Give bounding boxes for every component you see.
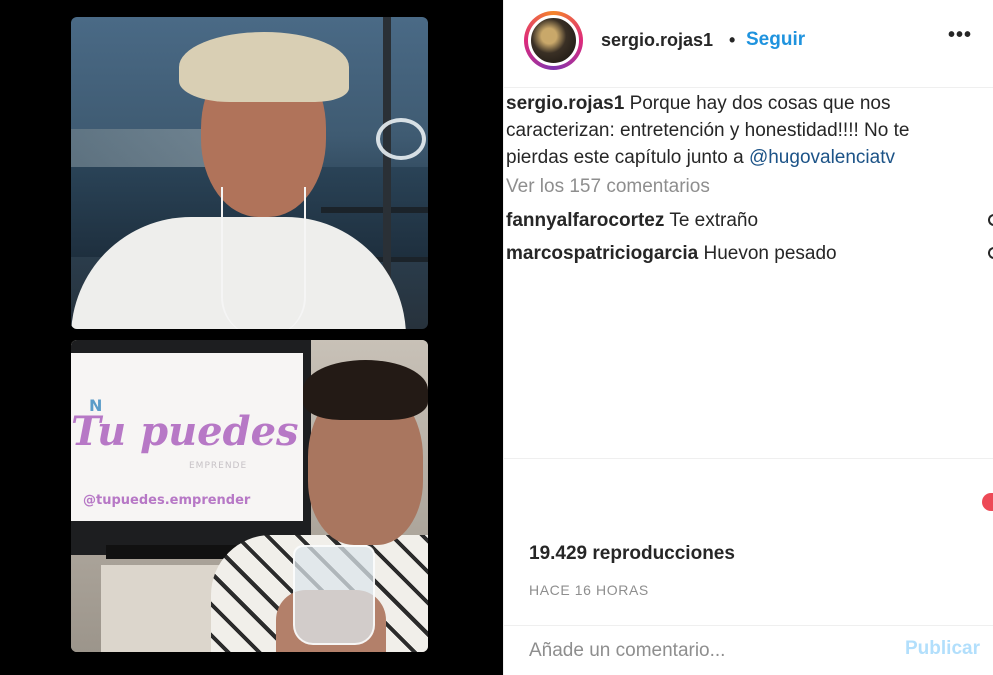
comment-text: Huevon pesado — [703, 243, 837, 264]
heart-icon-partial[interactable] — [982, 493, 993, 511]
views-count[interactable]: 19.429 reproducciones — [529, 543, 735, 565]
tv-screen: N Tu puedes EMPRENDE @tupuedes.emprender — [71, 353, 303, 521]
post-media[interactable]: N Tu puedes EMPRENDE @tupuedes.emprender — [0, 0, 503, 675]
view-all-comments-link[interactable]: Ver los 157 comentarios — [506, 176, 710, 198]
balcony-rail — [321, 207, 428, 213]
comment-text: Te extraño — [669, 210, 759, 231]
tv-title-text: Tu puedes — [71, 408, 299, 455]
person-two-hair — [303, 360, 428, 420]
tv-handle-text: @tupuedes.emprender — [83, 493, 251, 508]
comment-username[interactable]: marcospatriciogarcia — [506, 243, 698, 264]
post-header: sergio.rojas1 • Seguir ••• — [504, 0, 993, 88]
comment-item: marcospatriciogarcia Huevon pesado — [506, 243, 837, 265]
header-username[interactable]: sergio.rojas1 — [601, 30, 713, 51]
post-timestamp[interactable]: HACE 16 HORAS — [529, 582, 649, 598]
ring-light-reflection — [376, 118, 426, 160]
tv-stand — [106, 545, 236, 559]
like-comment-heart-icon[interactable] — [988, 214, 993, 226]
earphones-cable — [221, 187, 306, 329]
actions-divider — [504, 458, 993, 459]
like-comment-heart-icon[interactable] — [988, 247, 993, 259]
person-one-hair — [179, 32, 349, 102]
video-frame-top — [71, 17, 428, 329]
separator-dot: • — [729, 30, 736, 50]
publish-button[interactable]: Publicar — [905, 638, 980, 660]
comment-username[interactable]: fannyalfarocortez — [506, 210, 664, 231]
follow-button[interactable]: Seguir — [746, 29, 805, 51]
water-glass — [293, 545, 375, 645]
comment-box-divider — [504, 625, 993, 626]
tv-subtitle-text: EMPRENDE — [189, 461, 248, 471]
add-comment-input[interactable] — [529, 636, 889, 666]
post-panel: sergio.rojas1 • Seguir ••• sergio.rojas1… — [503, 0, 993, 675]
caption-mention-link[interactable]: @hugovalenciatv — [749, 147, 895, 168]
comment-item: fannyalfarocortez Te extraño — [506, 210, 758, 232]
video-frame-bottom: N Tu puedes EMPRENDE @tupuedes.emprender — [71, 340, 428, 652]
television: N Tu puedes EMPRENDE @tupuedes.emprender — [71, 340, 311, 555]
more-options-icon[interactable]: ••• — [948, 24, 972, 47]
caption-username[interactable]: sergio.rojas1 — [506, 93, 624, 114]
post-caption: sergio.rojas1 Porque hay dos cosas que n… — [506, 90, 976, 171]
avatar[interactable] — [528, 15, 579, 66]
